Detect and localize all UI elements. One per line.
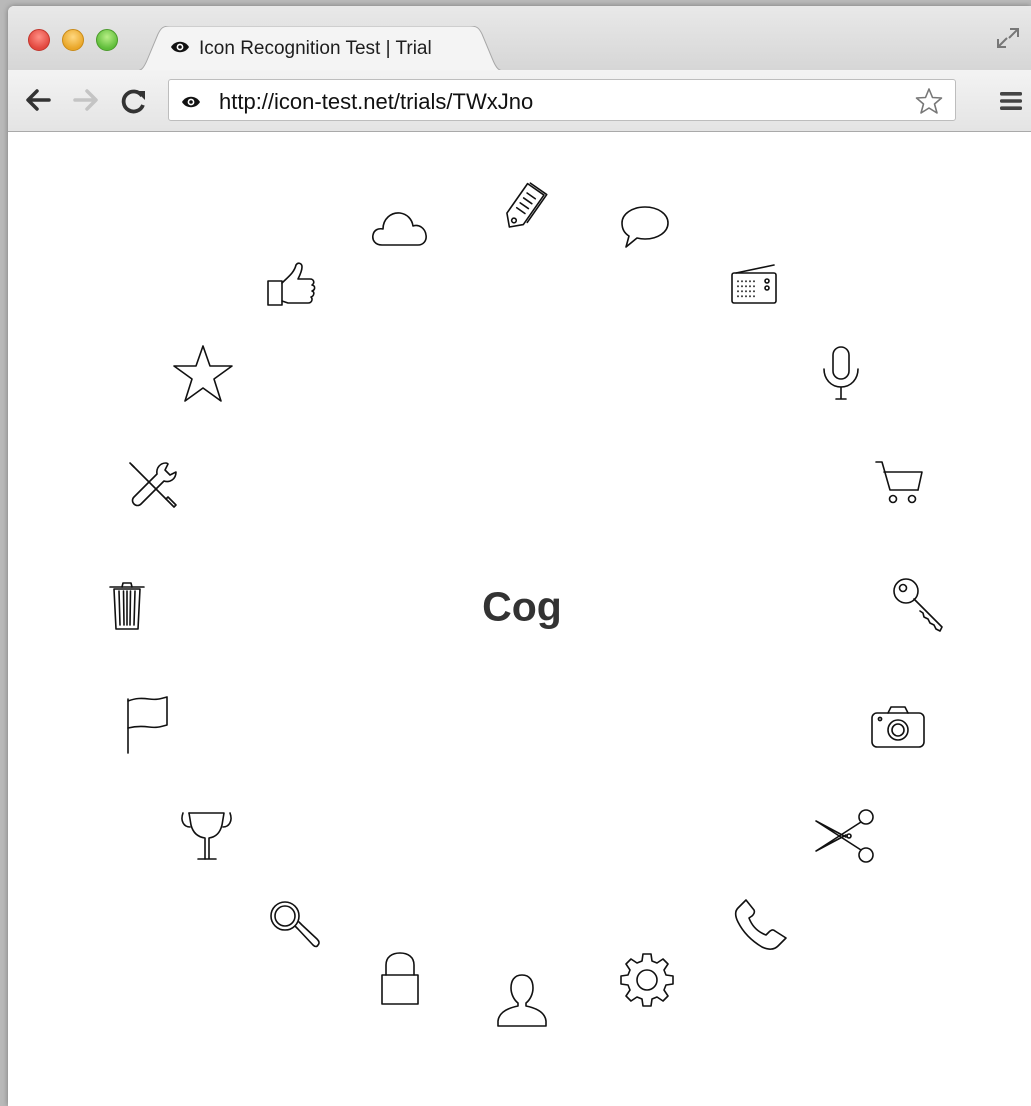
lock-icon[interactable]: [372, 949, 428, 1011]
tools-icon[interactable]: [124, 459, 186, 511]
key-icon[interactable]: [890, 575, 950, 635]
browser-window: Icon Recognition Test | Trial http://ico…: [8, 6, 1031, 1106]
cloud-icon[interactable]: [370, 207, 430, 249]
speech-bubble-icon[interactable]: [618, 203, 672, 251]
camera-icon[interactable]: [870, 703, 928, 751]
phone-icon[interactable]: [732, 896, 790, 954]
url-text: http://icon-test.net/trials/TWxJno: [219, 89, 534, 114]
star-icon[interactable]: [172, 343, 234, 405]
trophy-icon[interactable]: [176, 807, 236, 867]
forward-arrow-icon[interactable]: [72, 88, 100, 117]
search-icon[interactable]: [266, 897, 322, 953]
browser-toolbar: http://icon-test.net/trials/TWxJno: [8, 70, 1031, 132]
microphone-icon[interactable]: [818, 343, 864, 405]
close-window-button[interactable]: [28, 29, 50, 51]
eye-icon: [181, 95, 201, 114]
tag-icon[interactable]: [494, 181, 550, 237]
thumbs-up-icon[interactable]: [264, 259, 320, 311]
trash-icon[interactable]: [106, 579, 152, 635]
cog-icon[interactable]: [618, 951, 676, 1009]
title-bar: Icon Recognition Test | Trial: [8, 6, 1031, 72]
user-icon[interactable]: [494, 969, 550, 1031]
bookmark-star-icon[interactable]: [915, 87, 943, 120]
address-bar[interactable]: http://icon-test.net/trials/TWxJno: [168, 79, 956, 121]
flag-icon[interactable]: [122, 693, 180, 755]
browser-tab[interactable]: Icon Recognition Test | Trial: [130, 26, 510, 72]
hamburger-menu-icon[interactable]: [999, 91, 1023, 116]
back-arrow-icon[interactable]: [24, 88, 52, 117]
eye-icon: [170, 40, 190, 59]
target-word: Cog: [482, 583, 562, 630]
scissors-icon[interactable]: [812, 807, 878, 865]
fullscreen-icon[interactable]: [995, 26, 1021, 55]
page-content: Cog: [8, 133, 1031, 1106]
zoom-window-button[interactable]: [96, 29, 118, 51]
minimize-window-button[interactable]: [62, 29, 84, 51]
radio-icon[interactable]: [728, 261, 780, 309]
cart-icon[interactable]: [874, 458, 930, 508]
tab-title: Icon Recognition Test | Trial: [199, 38, 432, 59]
reload-icon[interactable]: [120, 88, 148, 119]
